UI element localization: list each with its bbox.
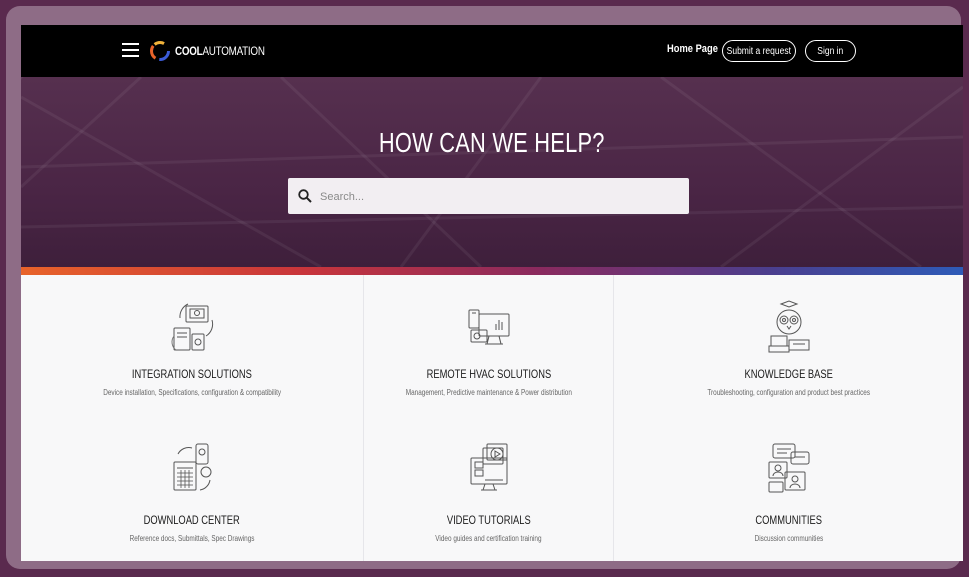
category-grid: INTEGRATION SOLUTIONS Device installatio…	[21, 275, 963, 561]
category-remote-hvac-solutions[interactable]: REMOTE HVAC SOLUTIONS Management, Predic…	[363, 275, 614, 418]
card-title: INTEGRATION SOLUTIONS	[132, 367, 252, 381]
hamburger-menu-icon[interactable]	[122, 43, 139, 57]
card-title: KNOWLEDGE BASE	[744, 367, 833, 381]
card-description: Discussion communities	[754, 534, 823, 543]
hero-banner: HOW CAN WE HELP?	[21, 77, 963, 267]
card-title: DOWNLOAD CENTER	[143, 513, 241, 527]
category-video-tutorials[interactable]: VIDEO TUTORIALS Video guides and certifi…	[363, 418, 614, 561]
search-icon	[298, 189, 312, 203]
card-description: Device installation, Specifications, con…	[103, 388, 281, 397]
accent-gradient-bar	[21, 267, 963, 275]
card-title: REMOTE HVAC SOLUTIONS	[426, 367, 551, 381]
card-description: Reference docs, Submittals, Spec Drawing…	[129, 534, 255, 543]
card-description: Video guides and certification training	[435, 534, 542, 543]
download-devices-icon	[173, 443, 212, 491]
card-description: Management, Predictive maintenance & Pow…	[405, 388, 572, 397]
category-knowledge-base[interactable]: KNOWLEDGE BASE Troubleshooting, configur…	[614, 275, 963, 418]
submit-request-button[interactable]: Submit a request	[722, 40, 796, 62]
sign-in-button[interactable]: Sign in	[805, 40, 856, 62]
chat-people-icon	[768, 443, 809, 493]
category-integration-solutions[interactable]: INTEGRATION SOLUTIONS Device installatio…	[21, 275, 363, 418]
logo-ring-icon	[150, 41, 170, 61]
home-page-link[interactable]: Home Page	[667, 43, 718, 55]
hero-background-pattern	[21, 77, 963, 267]
coolautomation-logo[interactable]: COOLAUTOMATION	[149, 39, 284, 63]
card-title: VIDEO TUTORIALS	[446, 513, 531, 527]
page-heading: HOW CAN WE HELP?	[379, 127, 605, 158]
search-input[interactable]	[318, 178, 682, 216]
category-download-center[interactable]: DOWNLOAD CENTER Reference docs, Submitta…	[21, 418, 363, 561]
integration-icon	[171, 303, 214, 351]
card-title: COMMUNITIES	[755, 513, 822, 527]
logo-text: COOLAUTOMATION	[175, 44, 265, 58]
browser-viewport: COOLAUTOMATION Home Page Submit a reques…	[21, 25, 963, 561]
remote-hvac-icon	[468, 309, 509, 345]
top-navigation-bar: COOLAUTOMATION Home Page Submit a reques…	[21, 25, 963, 77]
card-description: Troubleshooting, configuration and produ…	[707, 388, 870, 397]
video-monitor-icon	[470, 443, 507, 491]
search-bar[interactable]	[288, 178, 689, 216]
category-communities[interactable]: COMMUNITIES Discussion communities	[614, 418, 963, 561]
owl-books-icon	[768, 300, 809, 353]
